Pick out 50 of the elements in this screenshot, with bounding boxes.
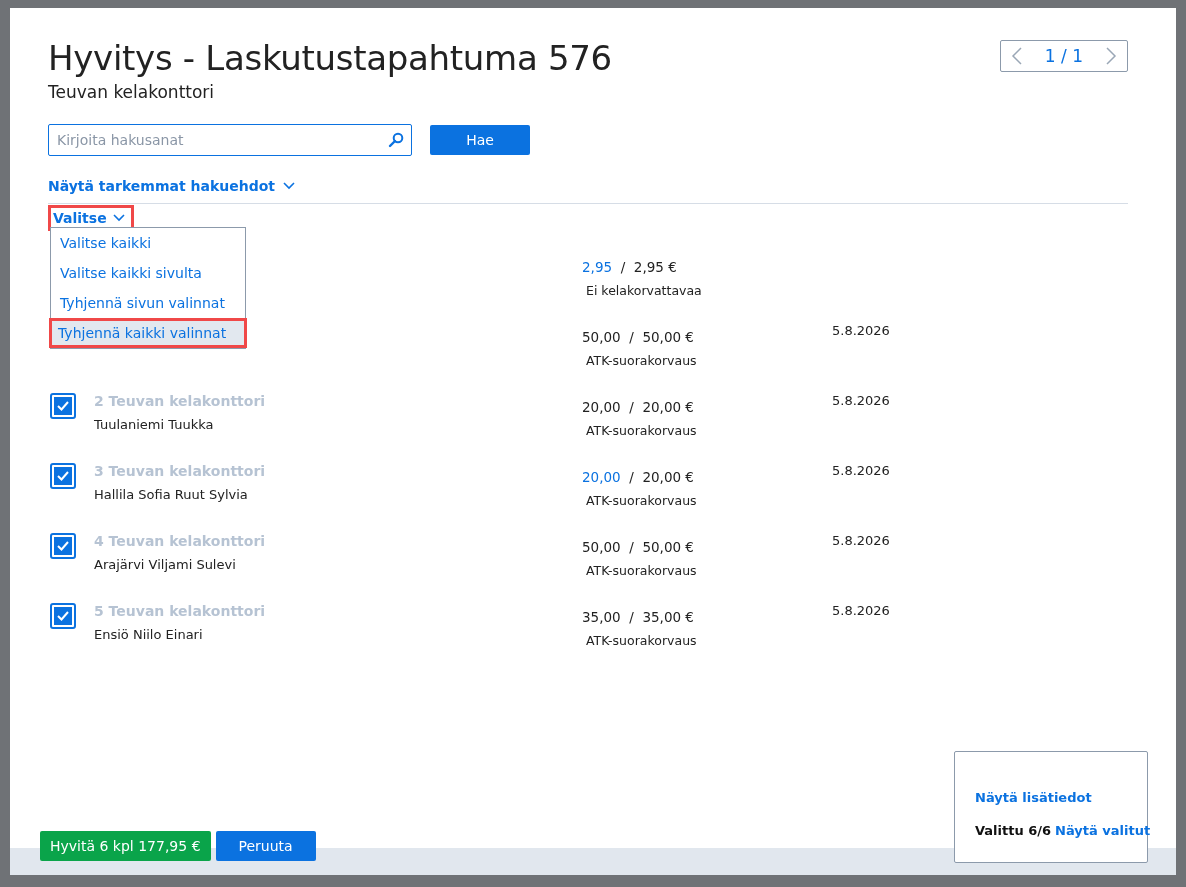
- dialog-title: Hyvitys - Laskutustapahtuma 576: [48, 38, 612, 78]
- checkbox[interactable]: [50, 603, 76, 629]
- checkbox[interactable]: [50, 393, 76, 419]
- compensation-type: ATK-suorakorvaus: [585, 493, 698, 508]
- check-icon: [56, 470, 70, 482]
- page-indicator: 1 / 1: [1044, 46, 1083, 66]
- chevron-down-icon: [283, 182, 296, 190]
- compensation-type: ATK-suorakorvaus: [585, 633, 698, 648]
- date: 5.8.2026: [832, 603, 891, 618]
- date: 5.8.2026: [832, 323, 891, 338]
- customer-name: Hallila Sofia Ruut Sylvia: [94, 487, 249, 502]
- customer-name: Arajärvi Viljami Sulevi: [94, 557, 237, 572]
- amount: 50,00 / 50,00 €: [582, 539, 695, 555]
- selected-count: Valittu 6/6: [975, 823, 1052, 838]
- amount: 50,00 / 50,00 €: [582, 329, 695, 345]
- date: 5.8.2026: [832, 533, 891, 548]
- search-button[interactable]: Hae: [430, 125, 530, 155]
- row-title: 2 Teuvan kelakonttori: [94, 393, 267, 409]
- search-icon[interactable]: [388, 132, 404, 148]
- menu-item[interactable]: Tyhjennä kaikki valinnat: [49, 318, 247, 348]
- search-field[interactable]: Kirjoita hakusanat: [48, 124, 412, 156]
- row-title: 5 Teuvan kelakonttori: [94, 603, 267, 619]
- show-selected-link[interactable]: Näytä valitut: [1055, 823, 1151, 838]
- previous-icon[interactable]: [1010, 47, 1023, 65]
- customer-name: Tuulaniemi Tuukka: [94, 417, 215, 432]
- amount: 2,95 / 2,95 €: [582, 259, 678, 275]
- amount: 35,00 / 35,00 €: [582, 609, 695, 625]
- compensation-type: ATK-suorakorvaus: [585, 563, 698, 578]
- check-icon: [56, 610, 70, 622]
- compensation-type: ATK-suorakorvaus: [585, 423, 698, 438]
- next-icon[interactable]: [1105, 47, 1117, 65]
- date: 5.8.2026: [832, 463, 891, 478]
- compensation-type: ATK-suorakorvaus: [585, 353, 698, 368]
- checkbox[interactable]: [50, 463, 76, 489]
- row-title: 4 Teuvan kelakonttori: [94, 533, 267, 549]
- row-title: 3 Teuvan kelakonttori: [94, 463, 267, 479]
- amount: 20,00 / 20,00 €: [582, 399, 695, 415]
- advanced-search-link[interactable]: Näytä tarkemmat hakuehdot: [48, 178, 296, 194]
- check-icon: [56, 400, 70, 412]
- checkbox[interactable]: [50, 533, 76, 559]
- confirm-button[interactable]: Hyvitä 6 kpl 177,95 €: [40, 831, 211, 861]
- cancel-button[interactable]: Peruuta: [215, 831, 316, 861]
- date: 5.8.2026: [832, 393, 891, 408]
- details-link[interactable]: Näytä lisätiedot: [975, 790, 1147, 805]
- customer-name: Ensiö Niilo Einari: [94, 627, 204, 642]
- amount: 20,00 / 20,00 €: [582, 469, 695, 485]
- dialog-subtitle: Teuvan kelakonttori: [48, 82, 216, 102]
- check-icon: [56, 540, 70, 552]
- compensation-type: Ei kelakorvattavaa: [585, 283, 703, 298]
- chevron-down-icon: [112, 214, 125, 222]
